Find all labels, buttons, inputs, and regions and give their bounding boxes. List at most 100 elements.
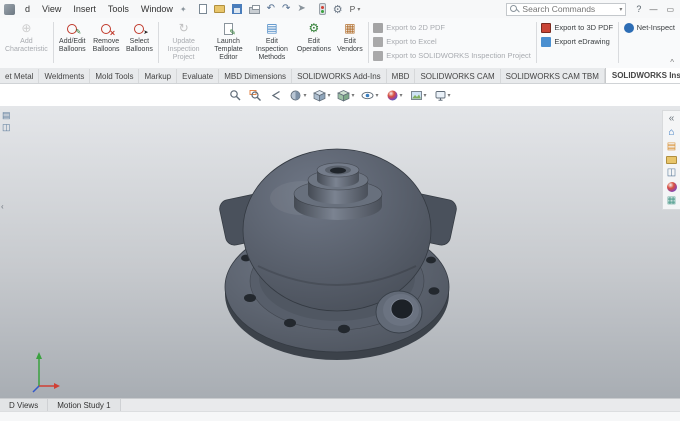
menu-view[interactable]: View — [36, 2, 67, 16]
menu-tools[interactable]: Tools — [102, 2, 135, 16]
tab-mbd[interactable]: MBD — [387, 69, 416, 83]
ribbon-separator — [618, 22, 619, 63]
rebuild-traffic-light-icon[interactable] — [318, 3, 326, 15]
net-inspect-icon — [623, 22, 634, 33]
select-balloons-button[interactable]: Select Balloons — [123, 19, 156, 66]
operations-gear-icon: ⚙ — [308, 21, 320, 36]
add-edit-balloons-button[interactable]: Add/Edit Balloons — [55, 19, 89, 66]
add-characteristic-icon: ⊕ — [21, 21, 32, 36]
graphics-viewport[interactable]: ▾ ▾ ▾ ▾ ▾ ▾ ▾ ▤ ◫ ‹ « ⌂ ▤ ◫ ▦ — [0, 84, 680, 398]
ribbon-separator — [157, 22, 159, 63]
view-settings-icon[interactable]: ▾ — [434, 89, 451, 102]
search-icon — [510, 4, 519, 14]
ribbon-separator — [52, 22, 54, 63]
menu-insert[interactable]: Insert — [67, 2, 102, 16]
edit-vendors-button[interactable]: ▦ Edit Vendors — [334, 19, 366, 66]
launch-template-editor-button[interactable]: Launch Template Editor — [207, 19, 250, 66]
export-edrawing-label: Export eDrawing — [554, 37, 610, 46]
remove-balloons-button[interactable]: Remove Balloons — [89, 19, 123, 66]
add-characteristic-button[interactable]: ⊕ Add Characteristic — [2, 19, 51, 66]
export-excel-label: Export to Excel — [386, 37, 437, 46]
export-edrawing-button[interactable]: Export eDrawing — [538, 36, 616, 47]
new-document-icon[interactable] — [198, 4, 207, 14]
minimize-icon[interactable]: — — [649, 5, 657, 14]
save-icon[interactable] — [231, 4, 242, 14]
help-icon[interactable]: ? — [636, 4, 641, 14]
add-characteristic-label: Add Characteristic — [5, 38, 48, 54]
undo-icon[interactable]: ↶ — [267, 4, 275, 14]
model-3d[interactable] — [0, 106, 680, 398]
design-library-icon[interactable]: ▤ — [667, 142, 676, 152]
export-inspection-project-button[interactable]: Export to SOLIDWORKS Inspection Project — [370, 50, 534, 61]
export-excel-button[interactable]: Export to Excel — [370, 36, 534, 47]
net-inspect-button[interactable]: Net-Inspect — [621, 22, 678, 33]
edit-operations-button[interactable]: ⚙ Edit Operations — [294, 19, 334, 66]
tab-solidworks-inspection[interactable]: SOLIDWORKS Inspection — [604, 67, 680, 83]
display-pane-icon[interactable]: ◫ — [2, 123, 11, 132]
launch-template-editor-label: Launch Template Editor — [214, 38, 243, 62]
template-editor-icon — [223, 21, 236, 37]
section-view-icon[interactable]: ▾ — [289, 89, 306, 102]
export-3d-pdf-button[interactable]: Export to 3D PDF — [538, 22, 616, 33]
edit-inspection-methods-button[interactable]: ▤ Edit Inspection Methods — [250, 19, 294, 66]
open-document-icon[interactable] — [213, 5, 225, 13]
hide-show-items-icon[interactable]: ▾ — [361, 89, 379, 102]
excel-icon — [373, 36, 384, 47]
tab-sheet-metal[interactable]: et Metal — [0, 69, 40, 83]
featuremanager-flyout-arrow[interactable]: ‹ — [1, 202, 4, 211]
view-palette-icon[interactable]: ◫ — [667, 168, 676, 178]
tab-weldments[interactable]: Weldments — [39, 69, 91, 83]
apply-scene-icon[interactable]: ▾ — [410, 89, 427, 102]
tab-solidworks-addins[interactable]: SOLIDWORKS Add-Ins — [292, 69, 387, 83]
edit-appearance-icon[interactable]: ▾ — [386, 89, 403, 102]
menu-pin-icon[interactable]: ✦ — [180, 5, 187, 14]
tab-markup[interactable]: Markup — [139, 69, 178, 83]
vendors-icon: ▦ — [344, 21, 356, 36]
tab-mold-tools[interactable]: Mold Tools — [90, 69, 140, 83]
tab-solidworks-cam[interactable]: SOLIDWORKS CAM — [415, 69, 501, 83]
menu-window[interactable]: Window — [135, 2, 179, 16]
file-explorer-icon[interactable] — [666, 156, 677, 164]
update-inspection-project-label: Update Inspection Project — [167, 38, 200, 62]
remove-balloons-icon — [101, 21, 115, 38]
options-gear-icon[interactable]: ⚙ — [333, 3, 343, 16]
quickbar-more-button[interactable]: P ▾ — [350, 4, 361, 14]
chevron-down-icon: ▾ — [375, 92, 379, 99]
quick-access-toolbar: ↶ ↷ ➤ ⚙ P ▾ — [198, 3, 361, 16]
export-2d-pdf-button[interactable]: Export to 2D PDF — [370, 22, 534, 33]
chevron-down-icon: ▾ — [447, 92, 451, 99]
chevron-down-icon: ▾ — [351, 92, 355, 99]
export-inspection-project-label: Export to SOLIDWORKS Inspection Project — [386, 51, 531, 60]
solidworks-resources-icon[interactable]: ⌂ — [668, 128, 674, 138]
heads-up-view-toolbar: ▾ ▾ ▾ ▾ ▾ ▾ ▾ — [0, 84, 680, 106]
redo-icon[interactable]: ↷ — [282, 4, 290, 14]
task-pane-collapse-icon[interactable]: « — [669, 114, 675, 124]
feature-tree-icon[interactable]: ▤ — [2, 111, 11, 120]
edit-operations-label: Edit Operations — [296, 38, 332, 54]
select-icon[interactable]: ➤ — [297, 4, 305, 14]
view-orientation-icon[interactable]: ▾ — [313, 89, 330, 102]
search-commands-box[interactable]: ▾ — [506, 2, 627, 16]
search-chevron-icon[interactable]: ▾ — [619, 6, 622, 13]
export-group-2: Export to 3D PDF Export eDrawing — [538, 19, 616, 66]
tab-3d-views[interactable]: D Views — [0, 399, 49, 411]
zoom-area-icon[interactable] — [249, 89, 262, 102]
search-input[interactable] — [522, 4, 617, 14]
previous-view-icon[interactable] — [269, 89, 282, 102]
tab-solidworks-cam-tbm[interactable]: SOLIDWORKS CAM TBM — [501, 69, 605, 83]
export-group-1: Export to 2D PDF Export to Excel Export … — [370, 19, 534, 66]
display-style-icon[interactable]: ▾ — [337, 89, 354, 102]
tab-motion-study-1[interactable]: Motion Study 1 — [48, 399, 121, 411]
update-inspection-project-button[interactable]: ↻ Update Inspection Project — [160, 19, 207, 66]
appearances-scenes-icon[interactable] — [666, 182, 677, 192]
collapse-ribbon-icon[interactable]: ^ — [670, 58, 674, 67]
print-icon[interactable] — [248, 5, 260, 14]
edit-vendors-label: Edit Vendors — [337, 38, 363, 54]
custom-properties-icon[interactable]: ▦ — [667, 196, 676, 206]
tab-evaluate[interactable]: Evaluate — [177, 69, 220, 83]
restore-icon[interactable]: ▭ — [666, 5, 674, 14]
graphics-area[interactable]: ▤ ◫ ‹ « ⌂ ▤ ◫ ▦ — [0, 106, 680, 398]
tab-mbd-dimensions[interactable]: MBD Dimensions — [219, 69, 293, 83]
zoom-fit-icon[interactable] — [229, 89, 242, 102]
menu-file[interactable]: d — [19, 2, 36, 16]
